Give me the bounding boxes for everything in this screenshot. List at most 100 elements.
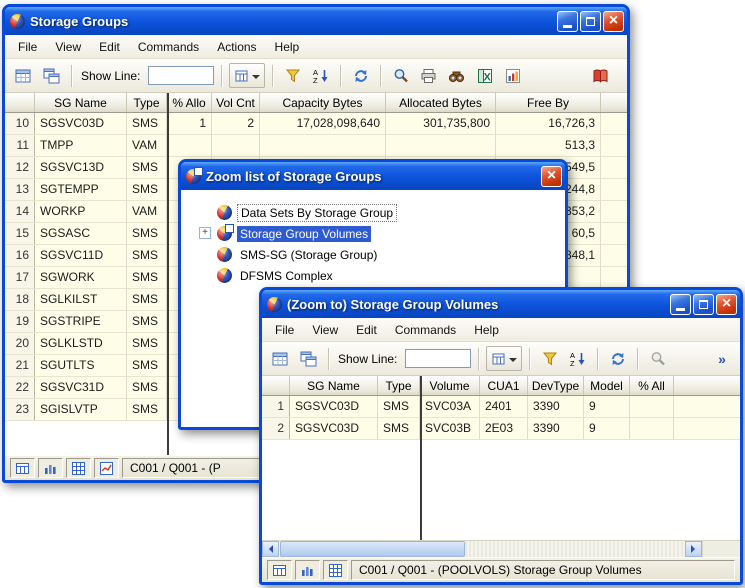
table-cell[interactable]: SGSASC bbox=[35, 223, 127, 244]
table-cell[interactable]: VAM bbox=[127, 201, 167, 222]
column-header-devtype[interactable]: DevType bbox=[528, 376, 584, 395]
table-cell[interactable]: 3390 bbox=[528, 418, 584, 439]
table-cell[interactable]: 23 bbox=[5, 399, 35, 420]
sort-az-icon[interactable]: AZ bbox=[565, 346, 590, 371]
scroll-left-arrow-icon[interactable] bbox=[262, 541, 279, 557]
table-cell[interactable]: 2401 bbox=[480, 396, 528, 417]
table-row[interactable]: 10SGSVC03DSMS1217,028,098,640301,735,800… bbox=[5, 113, 627, 135]
grid-view-icon[interactable] bbox=[268, 346, 293, 371]
table-cell[interactable]: 22 bbox=[5, 377, 35, 398]
zoom-icon[interactable] bbox=[388, 63, 413, 88]
table-cell[interactable]: 13 bbox=[5, 179, 35, 200]
freeze-divider[interactable] bbox=[420, 376, 422, 540]
filter-icon[interactable] bbox=[280, 63, 305, 88]
table-cell[interactable]: SMS bbox=[127, 245, 167, 266]
minimize-button[interactable] bbox=[670, 294, 691, 315]
display-options-button[interactable] bbox=[486, 346, 522, 371]
table-cell[interactable]: 12 bbox=[5, 157, 35, 178]
table-cell[interactable] bbox=[260, 135, 386, 156]
table-cell[interactable]: SVC03A bbox=[420, 396, 480, 417]
tree-item-label[interactable]: Data Sets By Storage Group bbox=[237, 204, 397, 222]
find-icon[interactable] bbox=[444, 63, 469, 88]
table-cell[interactable]: 2E03 bbox=[480, 418, 528, 439]
table-cell[interactable] bbox=[386, 135, 496, 156]
table-cell[interactable]: SMS bbox=[127, 113, 167, 134]
table-cell[interactable] bbox=[212, 135, 260, 156]
menu-commands[interactable]: Commands bbox=[129, 37, 208, 57]
table-cell[interactable]: SGSVC31D bbox=[35, 377, 127, 398]
column-header-cua1[interactable]: CUA1 bbox=[480, 376, 528, 395]
table-cell[interactable]: SGSVC11D bbox=[35, 245, 127, 266]
report-chart-icon[interactable] bbox=[500, 63, 525, 88]
table-cell[interactable]: SGLKLSTD bbox=[35, 333, 127, 354]
table-cell[interactable]: SMS bbox=[127, 223, 167, 244]
grid-view-icon[interactable] bbox=[11, 63, 36, 88]
menu-help[interactable]: Help bbox=[266, 37, 309, 57]
mini-grid-icon[interactable] bbox=[66, 458, 91, 478]
column-header-vol-cnt[interactable]: Vol Cnt bbox=[212, 93, 260, 112]
close-button[interactable] bbox=[603, 11, 624, 32]
table-cell[interactable]: 301,735,800 bbox=[386, 113, 496, 134]
table-cell[interactable]: WORKP bbox=[35, 201, 127, 222]
menu-file[interactable]: File bbox=[266, 320, 303, 340]
table-cell[interactable]: SMS bbox=[127, 355, 167, 376]
mini-bar-chart-icon[interactable] bbox=[295, 560, 320, 580]
table-cell[interactable]: SGSVC13D bbox=[35, 157, 127, 178]
table-cell[interactable]: 16 bbox=[5, 245, 35, 266]
column-header-type[interactable]: Type bbox=[127, 93, 167, 112]
tree-item[interactable]: Data Sets By Storage Group bbox=[197, 202, 561, 223]
table-cell[interactable]: 9 bbox=[584, 396, 630, 417]
table-row[interactable]: 11TMPPVAM513,3 bbox=[5, 135, 627, 157]
table-cell[interactable]: 1 bbox=[262, 396, 290, 417]
table-cell[interactable]: SGSVC03D bbox=[290, 418, 378, 439]
table-cell[interactable]: VAM bbox=[127, 135, 167, 156]
scroll-right-arrow-icon[interactable] bbox=[685, 541, 702, 557]
table-cell[interactable]: 19 bbox=[5, 311, 35, 332]
freeze-divider[interactable] bbox=[167, 93, 169, 455]
table-cell[interactable]: 10 bbox=[5, 113, 35, 134]
table-cell[interactable]: 2 bbox=[262, 418, 290, 439]
table-cell[interactable]: SMS bbox=[127, 157, 167, 178]
scrollbar-thumb[interactable] bbox=[280, 541, 465, 557]
tree-item-label[interactable]: SMS-SG (Storage Group) bbox=[237, 247, 380, 263]
table-cell[interactable]: SGTEMPP bbox=[35, 179, 127, 200]
table-cell[interactable]: SMS bbox=[127, 311, 167, 332]
column-header--allo[interactable]: % Allo bbox=[167, 93, 212, 112]
mini-line-chart-icon[interactable] bbox=[94, 458, 119, 478]
table-cell[interactable]: 2 bbox=[212, 113, 260, 134]
table-cell[interactable]: 21 bbox=[5, 355, 35, 376]
table-cell[interactable]: 11 bbox=[5, 135, 35, 156]
table-cell[interactable]: SGWORK bbox=[35, 267, 127, 288]
column-header-rownum[interactable] bbox=[262, 376, 290, 395]
table-cell[interactable]: SGSTRIPE bbox=[35, 311, 127, 332]
table-cell[interactable]: 3390 bbox=[528, 396, 584, 417]
table-cell[interactable]: 1 bbox=[167, 113, 212, 134]
table-cell[interactable]: SGSVC03D bbox=[35, 113, 127, 134]
copy-grid-icon[interactable] bbox=[296, 346, 321, 371]
table-cell[interactable]: 15 bbox=[5, 223, 35, 244]
mini-grid-icon[interactable] bbox=[323, 560, 348, 580]
table-cell[interactable]: 17,028,098,640 bbox=[260, 113, 386, 134]
menu-view[interactable]: View bbox=[303, 320, 347, 340]
table-cell[interactable] bbox=[167, 135, 212, 156]
table-cell[interactable]: SMS bbox=[127, 399, 167, 420]
titlebar[interactable]: Zoom list of Storage Groups bbox=[181, 162, 565, 190]
titlebar[interactable]: (Zoom to) Storage Group Volumes bbox=[262, 290, 740, 318]
menu-edit[interactable]: Edit bbox=[90, 37, 129, 57]
table-cell[interactable]: 20 bbox=[5, 333, 35, 354]
tree-item-label[interactable]: DFSMS Complex bbox=[237, 268, 336, 284]
column-header-sg-name[interactable]: SG Name bbox=[290, 376, 378, 395]
table-row[interactable]: 1SGSVC03DSMSSVC03A240133909 bbox=[262, 396, 740, 418]
minimize-button[interactable] bbox=[557, 11, 578, 32]
refresh-icon[interactable] bbox=[605, 346, 630, 371]
scrollbar-track[interactable] bbox=[279, 541, 685, 557]
column-header-capacity-bytes[interactable]: Capacity Bytes bbox=[260, 93, 386, 112]
menu-edit[interactable]: Edit bbox=[347, 320, 386, 340]
column-header-free-by[interactable]: Free By bbox=[496, 93, 601, 112]
maximize-button[interactable] bbox=[580, 11, 601, 32]
titlebar[interactable]: Storage Groups bbox=[5, 7, 627, 35]
help-book-icon[interactable] bbox=[588, 63, 613, 88]
mini-table-icon[interactable] bbox=[267, 560, 292, 580]
horizontal-scrollbar[interactable] bbox=[262, 540, 740, 557]
sort-az-icon[interactable]: AZ bbox=[308, 63, 333, 88]
